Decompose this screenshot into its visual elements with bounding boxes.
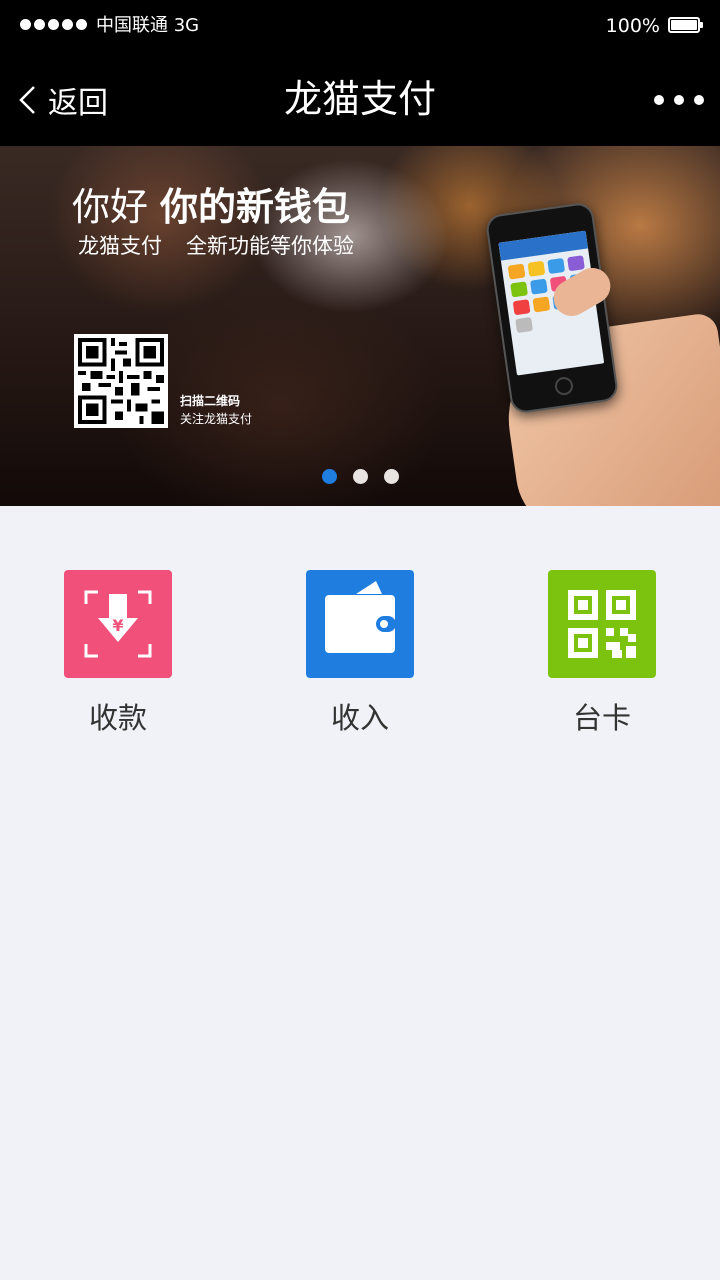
phone-in-hand-image: [470, 196, 720, 506]
receive-payment-button[interactable]: ¥ 收款: [38, 570, 198, 738]
status-bar: 中国联通 3G 100%: [0, 0, 720, 52]
carousel-indicators: [0, 469, 720, 484]
receive-payment-label: 收款: [88, 701, 147, 735]
signal-strength-icon: [20, 19, 87, 30]
income-label: 收入: [330, 701, 389, 735]
table-card-button[interactable]: 台卡: [522, 570, 682, 738]
scan-text-line1: 扫描二维码: [180, 394, 241, 408]
banner-title: 你好 你的新钱包: [72, 184, 350, 230]
banner-title-bold: 你的新钱包: [160, 185, 351, 229]
wallet-icon: [306, 570, 414, 678]
receive-payment-icon: ¥: [64, 570, 172, 678]
income-button[interactable]: 收入: [280, 570, 440, 738]
navigation-bar: 返回 龙猫支付: [0, 52, 720, 146]
scan-text: 扫描二维码 关注龙猫支付: [180, 392, 252, 428]
battery-icon: [668, 17, 703, 33]
carousel-dot-1[interactable]: [321, 469, 337, 484]
carousel-dot-3[interactable]: [383, 469, 399, 484]
banner-title-light: 你好: [72, 185, 149, 229]
banner-subtitle-right: 全新功能等你体验: [186, 234, 354, 258]
page-title: 龙猫支付: [283, 77, 436, 121]
qr-code-image: [74, 334, 168, 428]
table-card-label: 台卡: [572, 701, 631, 735]
banner-subtitle: 龙猫支付 全新功能等你体验: [78, 232, 354, 260]
carousel-dot-2[interactable]: [352, 469, 368, 484]
svg-text:¥: ¥: [112, 616, 123, 635]
carrier-label: 中国联通 3G: [96, 15, 200, 36]
battery-percent: 100%: [605, 15, 660, 37]
banner-subtitle-left: 龙猫支付: [78, 234, 162, 258]
scan-text-line2: 关注龙猫支付: [180, 412, 253, 426]
more-dots-icon[interactable]: [654, 90, 704, 110]
qr-code-icon: [548, 570, 656, 678]
banner-carousel[interactable]: 你好 你的新钱包 龙猫支付 全新功能等你体验 扫描二维码 关注龙猫支付: [0, 146, 720, 506]
